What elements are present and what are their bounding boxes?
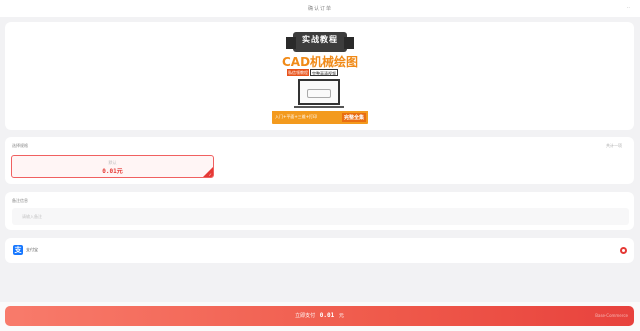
check-icon: ✓	[208, 172, 212, 177]
poster-bottom-right: 完整全集	[341, 113, 366, 122]
payment-method-card[interactable]: 支 支付宝	[5, 238, 634, 263]
product-poster-image: 实战教程 CAD机械绘图 私信领教程 完整高清视频 入门+平面+三维+打印 完整…	[272, 28, 368, 124]
spec-option-price: 0.01元	[102, 168, 123, 175]
spec-option-selected[interactable]: 默认 0.01元 ✓	[11, 155, 214, 178]
pay-now-button[interactable]: 立即支付 0.01 元	[5, 306, 634, 326]
poster-sub-left: 私信领教程	[287, 69, 309, 76]
spec-label: 选择规格	[12, 143, 28, 148]
poster-subtitle: 私信领教程 完整高清视频	[287, 69, 338, 76]
pay-button-suffix: 元	[338, 313, 344, 319]
poster-sub-right: 完整高清视频	[310, 69, 338, 76]
spec-count-label: 共计一项	[606, 143, 622, 148]
spec-card: 选择规格 共计一项 默认 0.01元 ✓	[5, 137, 634, 184]
laptop-illustration-icon	[294, 79, 344, 108]
payment-method-label: 支付宝	[26, 247, 38, 252]
pay-button-prefix: 立即支付	[295, 313, 316, 319]
more-menu-button[interactable]: ··	[627, 5, 630, 11]
remark-label: 备注信息	[12, 198, 28, 203]
product-card: 实战教程 CAD机械绘图 私信领教程 完整高清视频 入门+平面+三维+打印 完整…	[5, 22, 634, 130]
poster-bottom-bar: 入门+平面+三维+打印 完整全集	[272, 111, 368, 124]
watermark-text: Base·Commerce	[595, 313, 628, 318]
payment-radio-selected[interactable]	[620, 247, 627, 254]
alipay-icon: 支	[13, 245, 23, 255]
pay-button-amount: 0.01	[319, 312, 335, 319]
poster-title: CAD机械绘图	[281, 55, 359, 69]
remark-input[interactable]	[12, 208, 629, 225]
poster-bottom-left: 入门+平面+三维+打印	[275, 114, 318, 119]
poster-ribbon-text: 实战教程	[302, 35, 338, 44]
remark-card: 备注信息	[5, 192, 634, 230]
top-bar: 确认订单 ··	[0, 0, 640, 17]
page-title: 确认订单	[307, 6, 332, 12]
